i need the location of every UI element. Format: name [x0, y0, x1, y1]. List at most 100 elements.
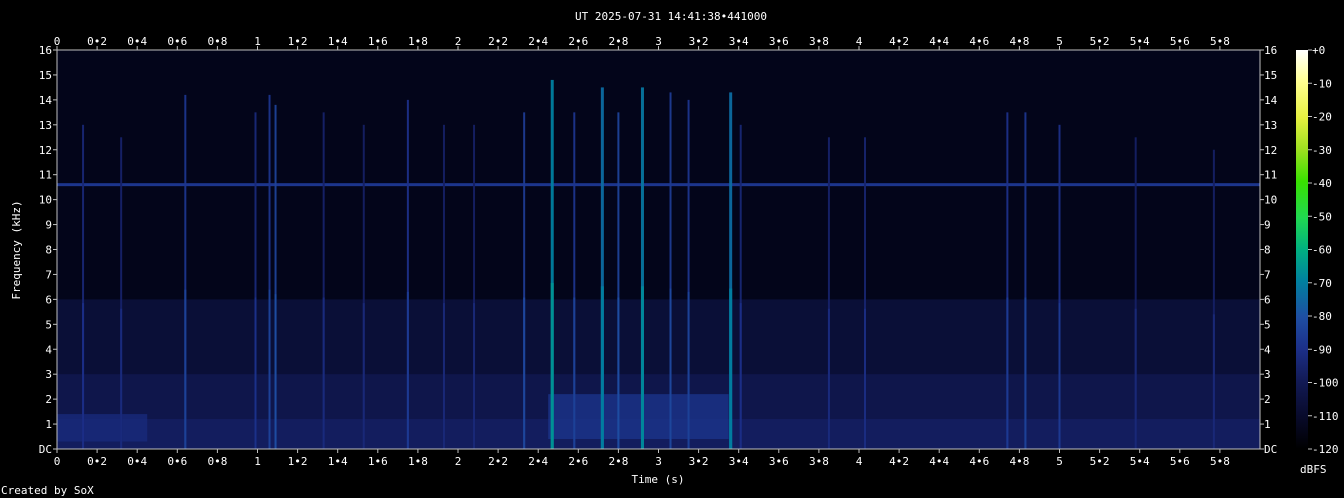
colorbar-label: dBFS: [1300, 463, 1327, 476]
y-tick-label: 11: [39, 169, 52, 182]
transient-core: [406, 291, 409, 449]
x-tick-label: 1•6: [368, 35, 388, 48]
x-tick-label: 1•6: [368, 455, 388, 468]
y-tick-label: 10: [39, 194, 52, 207]
transient-core: [550, 282, 554, 449]
colorbar-ticks: +0 -10 -20 -30 -40 -50 -60 -70 -80 -90 -100 -110 -12…: [1308, 44, 1339, 456]
x-tick-label: 5•6: [1170, 35, 1190, 48]
x-tick-label: 1•4: [328, 455, 348, 468]
x-tick-label: 3•6: [769, 35, 789, 48]
colorbar-tick-label: -50: [1312, 210, 1332, 223]
transient-core: [1024, 297, 1027, 449]
x-tick-label: 5•4: [1130, 35, 1150, 48]
colorbar-tick-label: -110: [1312, 410, 1339, 423]
spectrogram-plot: [57, 50, 1260, 450]
x-tick-label: 3: [655, 455, 662, 468]
x-tick-label: 2•6: [568, 35, 588, 48]
x-tick-label: 4•2: [889, 455, 909, 468]
low-band-energy: [57, 414, 148, 442]
x-tick-label: 0•4: [127, 35, 147, 48]
x-tick-label: 1•8: [408, 455, 428, 468]
transient-core: [739, 303, 742, 449]
x-tick-label: 2: [455, 35, 462, 48]
y-tick-label: 6: [45, 293, 52, 306]
colorbar-tick-label: -10: [1312, 77, 1332, 90]
colorbar-tick-label: -70: [1312, 277, 1332, 290]
y-tick-label: 3: [45, 368, 52, 381]
y-tick-label: DC: [1264, 443, 1277, 456]
x-tick-label: 0•8: [207, 35, 227, 48]
transient-core: [669, 288, 672, 449]
transient-core: [120, 308, 123, 449]
y-tick-label: DC: [39, 443, 52, 456]
transient-core: [640, 286, 644, 449]
colorbar-tick-label: -30: [1312, 144, 1332, 157]
x-tick-label: 5•4: [1130, 455, 1150, 468]
x-tick-label: 0: [54, 455, 61, 468]
y-axis-label: Frequency (kHz): [10, 200, 23, 299]
y-tick-label: 5: [45, 318, 52, 331]
transient-core: [827, 308, 830, 449]
y-tick-label: 7: [45, 268, 52, 281]
y-tick-label: 4: [45, 343, 52, 356]
y-tick-label: 3: [1264, 368, 1271, 381]
transient-core: [523, 297, 526, 449]
y-tick-label: 15: [1264, 69, 1277, 82]
x-axis-label: Time (s): [632, 473, 685, 486]
x-tick-label: 5•8: [1210, 455, 1230, 468]
y-tick-label: 2: [45, 393, 52, 406]
transient-core: [1134, 308, 1137, 449]
x-tick-label: 2•2: [488, 35, 508, 48]
y-tick-label: 7: [1264, 268, 1271, 281]
x-tick-label: 1: [254, 455, 261, 468]
transient-core: [687, 291, 690, 449]
y-tick-label: 2: [1264, 393, 1271, 406]
x-tick-label: 0•6: [167, 35, 187, 48]
x-tick-label: 1•2: [288, 35, 308, 48]
x-tick-label: 3: [655, 35, 662, 48]
x-tick-label: 4•6: [969, 455, 989, 468]
y-tick-label: 15: [39, 69, 52, 82]
y-tick-label: 16: [1264, 44, 1277, 57]
y-tick-label: 12: [39, 144, 52, 157]
transient-core: [1058, 303, 1061, 449]
transient-core: [573, 297, 576, 449]
y-tick-label: 8: [1264, 244, 1271, 257]
x-tick-label: 2•8: [608, 455, 628, 468]
x-axis-bottom: 0 0•2 0•4 0•6 0•8 1 1•2 1•4 1•6 1•8 2 2•2 2•4 2•6 2•8 3…: [54, 449, 1230, 468]
colorbar-tick-label: -90: [1312, 343, 1332, 356]
x-tick-label: 0•8: [207, 455, 227, 468]
y-tick-label: 1: [45, 418, 52, 431]
transient-core: [322, 297, 325, 449]
x-tick-label: 0•6: [167, 455, 187, 468]
y-tick-label: 5: [1264, 318, 1271, 331]
y-axis-left: DC12345678910111213141516: [39, 44, 57, 456]
x-tick-label: 0•2: [87, 35, 107, 48]
spectrogram-figure: UT 2025-07-31 14:41:38•441000 0 0•2 0•4 0•6…: [1, 10, 1339, 497]
x-tick-label: 4: [856, 455, 863, 468]
x-tick-label: 3•4: [729, 35, 749, 48]
x-tick-label: 5•8: [1210, 35, 1230, 48]
x-tick-label: 1: [254, 35, 261, 48]
x-tick-label: 5•2: [1090, 35, 1110, 48]
y-tick-label: 12: [1264, 144, 1277, 157]
y-tick-label: 10: [1264, 194, 1277, 207]
y-tick-label: 13: [1264, 119, 1277, 132]
y-tick-label: 11: [1264, 169, 1277, 182]
x-tick-label: 5•6: [1170, 455, 1190, 468]
x-tick-label: 4: [856, 35, 863, 48]
x-tick-label: 2•4: [528, 35, 548, 48]
sox-credit: Created by SoX: [1, 484, 94, 497]
x-tick-label: 0•4: [127, 455, 147, 468]
x-tick-label: 5: [1056, 35, 1063, 48]
x-tick-label: 1•8: [408, 35, 428, 48]
transient-core: [442, 303, 445, 449]
x-tick-label: 0: [54, 35, 61, 48]
x-tick-label: 4•4: [929, 35, 949, 48]
y-tick-label: 13: [39, 119, 52, 132]
transient-core: [1006, 297, 1009, 449]
colorbar-tick-label: -60: [1312, 244, 1332, 257]
x-tick-label: 3•6: [769, 455, 789, 468]
x-tick-label: 3•8: [809, 455, 829, 468]
y-tick-label: 4: [1264, 343, 1271, 356]
